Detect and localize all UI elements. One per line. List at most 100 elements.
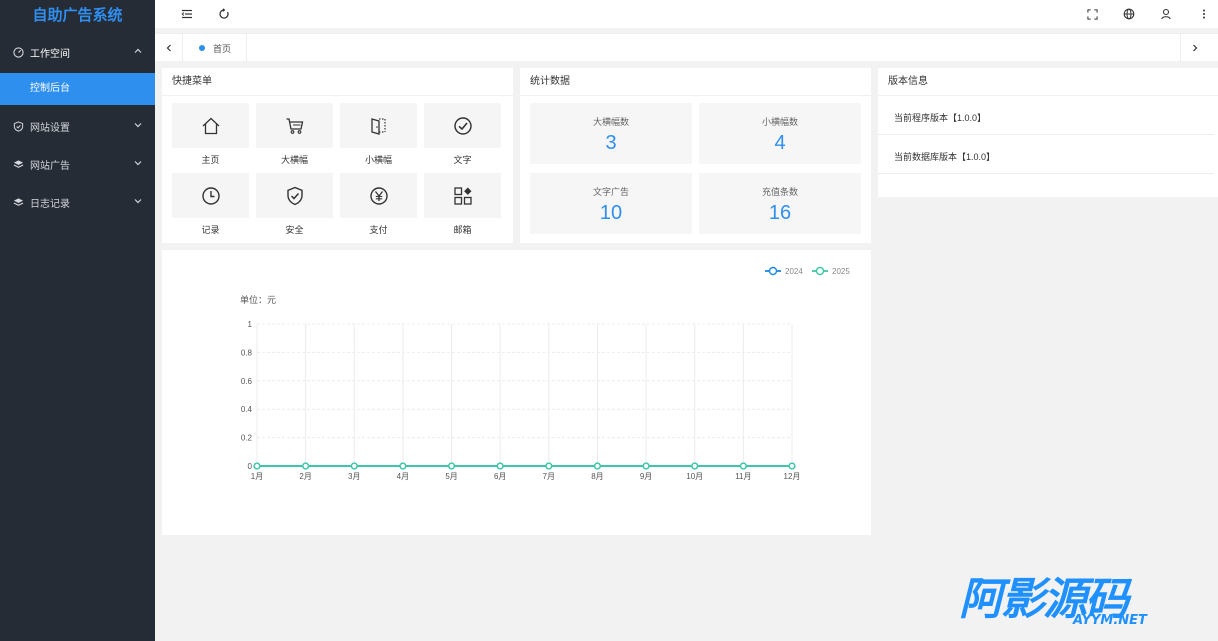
quick-menu-label: 小横幅 — [364, 155, 392, 165]
layers-icon — [12, 196, 24, 208]
active-dot-icon — [199, 45, 205, 51]
home-icon — [202, 117, 219, 134]
tab-home[interactable]: 首页 — [183, 34, 247, 62]
quick-menu-item-small-banner[interactable]: 小横幅 — [340, 103, 417, 173]
x-tick-label: 11月 — [735, 472, 751, 481]
tabs-bar: 首页 — [155, 33, 1218, 62]
data-point — [496, 462, 504, 470]
more-vertical-icon[interactable] — [1196, 6, 1212, 22]
x-tick-label: 4月 — [397, 472, 409, 481]
x-tick-label: 12月 — [784, 472, 801, 481]
legend-marker — [768, 266, 778, 276]
sidebar-item-site-ads[interactable]: 网站广告 — [0, 145, 155, 183]
stat-value: 10 — [599, 202, 623, 224]
sidebar-subitem-control-panel[interactable]: 控制后台 — [0, 73, 155, 105]
version-card: 版本信息 当前程序版本【1.0.0】 当前数据库版本【1.0.0】 — [878, 68, 1218, 197]
sidebar-item-label: 网站广告 — [30, 160, 70, 172]
stat-label: 充值条数 — [761, 187, 798, 197]
database-version: 当前数据库版本【1.0.0】 — [878, 135, 1214, 174]
x-tick-label: 6月 — [494, 472, 506, 481]
data-point — [739, 462, 747, 470]
tabs-scroll-right-button[interactable] — [1180, 34, 1208, 62]
chevron-down-icon — [133, 158, 143, 168]
top-header — [155, 0, 1218, 28]
data-point — [302, 462, 310, 470]
grid-diamond-icon — [453, 186, 472, 205]
stat-text-ad-count: 文字广告 10 — [530, 173, 692, 234]
data-point — [350, 462, 358, 470]
line-chart: 单位：元00.20.40.60.811月 2月 3月 4月 5月 6月 7月 8月 9月 10月 1… — [240, 266, 850, 481]
data-point — [399, 462, 407, 470]
sidebar-item-label: 工作空间 — [30, 48, 70, 60]
shield-check-icon — [286, 186, 303, 205]
quick-menu-label: 邮箱 — [453, 225, 472, 235]
stats-title: 统计数据 — [520, 68, 871, 96]
x-tick-label: 9月 — [640, 472, 652, 481]
door-icon — [370, 117, 386, 135]
stat-value: 16 — [768, 202, 792, 224]
sidebar-item-site-settings[interactable]: 网站设置 — [0, 107, 155, 145]
quick-menu-label: 文字 — [453, 155, 472, 165]
chevron-right-icon — [1192, 44, 1197, 52]
quick-menu-title: 快捷菜单 — [162, 68, 513, 96]
watermark-logo: 阿影源码 AYYM.NET — [959, 574, 1148, 628]
sidebar-item-logs[interactable]: 日志记录 — [0, 183, 155, 221]
tabs-scroll-left-button[interactable] — [155, 34, 183, 62]
quick-menu-item-payment[interactable]: 支付 — [340, 173, 417, 243]
stat-value: 3 — [605, 132, 617, 154]
check-circle-icon — [453, 116, 472, 135]
layers-icon — [12, 158, 24, 170]
quick-menu-item-mailbox[interactable]: 邮箱 — [424, 173, 501, 243]
dashboard-icon — [12, 46, 24, 58]
chevron-down-icon — [133, 120, 143, 130]
fullscreen-icon[interactable] — [1084, 6, 1100, 22]
x-tick-label: 3月 — [348, 472, 360, 481]
legend-label: 2025 — [832, 267, 850, 276]
quick-menu-item-home[interactable]: 主页 — [172, 103, 249, 173]
x-tick-label: 5月 — [445, 472, 457, 481]
y-tick-label: 0.8 — [241, 348, 253, 357]
quick-menu-label: 安全 — [285, 225, 304, 235]
chart-card: 单位：元 0 0.2 0.4 0.6 0.8 1 1月 2月 3月 4月 5月 6月 7月 8月 9月 10月 1… — [162, 250, 871, 535]
quick-menu-item-big-banner[interactable]: 大横幅 — [256, 103, 333, 173]
version-title: 版本信息 — [878, 68, 1218, 96]
sidebar-item-label: 网站设置 — [30, 122, 70, 134]
quick-menu-item-security[interactable]: 安全 — [256, 173, 333, 243]
stat-label: 小横幅数 — [761, 117, 798, 127]
stat-small-banner-count: 小横幅数 4 — [699, 103, 861, 164]
yen-circle-icon — [369, 186, 388, 205]
quick-menu-item-records[interactable]: 记录 — [172, 173, 249, 243]
chevron-down-icon — [133, 196, 143, 206]
data-point — [253, 462, 261, 470]
svg-text:AYYM.NET: AYYM.NET — [1072, 613, 1148, 628]
quick-menu-card: 快捷菜单 主页 大横幅 小横幅 文字 记录 安全 支付 邮箱 — [162, 68, 513, 243]
chevron-up-icon — [133, 46, 143, 56]
shield-check-icon — [12, 120, 24, 132]
stat-label: 大横幅数 — [592, 117, 629, 127]
data-point — [691, 462, 699, 470]
quick-menu-item-text[interactable]: 文字 — [424, 103, 501, 173]
chevron-left-icon — [166, 44, 171, 52]
x-tick-label: 2月 — [299, 472, 311, 481]
quick-menu-label: 大横幅 — [280, 155, 308, 165]
globe-icon[interactable] — [1121, 6, 1137, 22]
app-logo-title[interactable]: 自助广告系统 — [0, 0, 155, 33]
program-version: 当前程序版本【1.0.0】 — [878, 96, 1214, 135]
x-tick-label: 10月 — [686, 472, 703, 481]
sidebar-item-workspace[interactable]: 工作空间 — [0, 33, 155, 71]
y-tick-label: 0.6 — [241, 377, 253, 386]
y-axis-label: 单位：元 — [240, 294, 276, 305]
user-icon[interactable] — [1158, 6, 1174, 22]
stat-value: 4 — [774, 132, 786, 154]
x-tick-label: 1月 — [251, 472, 263, 481]
tab-label: 首页 — [213, 43, 232, 54]
data-point — [448, 462, 456, 470]
stats-card: 统计数据 大横幅数 3 小横幅数 4 文字广告 10 充值条数 16 — [520, 68, 871, 243]
refresh-icon[interactable] — [216, 6, 232, 22]
stat-recharge-count: 充值条数 16 — [699, 173, 861, 234]
data-point — [545, 462, 553, 470]
stat-label: 文字广告 — [592, 187, 629, 197]
sidebar-item-label: 日志记录 — [30, 198, 70, 210]
legend-label: 2024 — [785, 267, 803, 276]
collapse-menu-icon[interactable] — [179, 6, 195, 22]
